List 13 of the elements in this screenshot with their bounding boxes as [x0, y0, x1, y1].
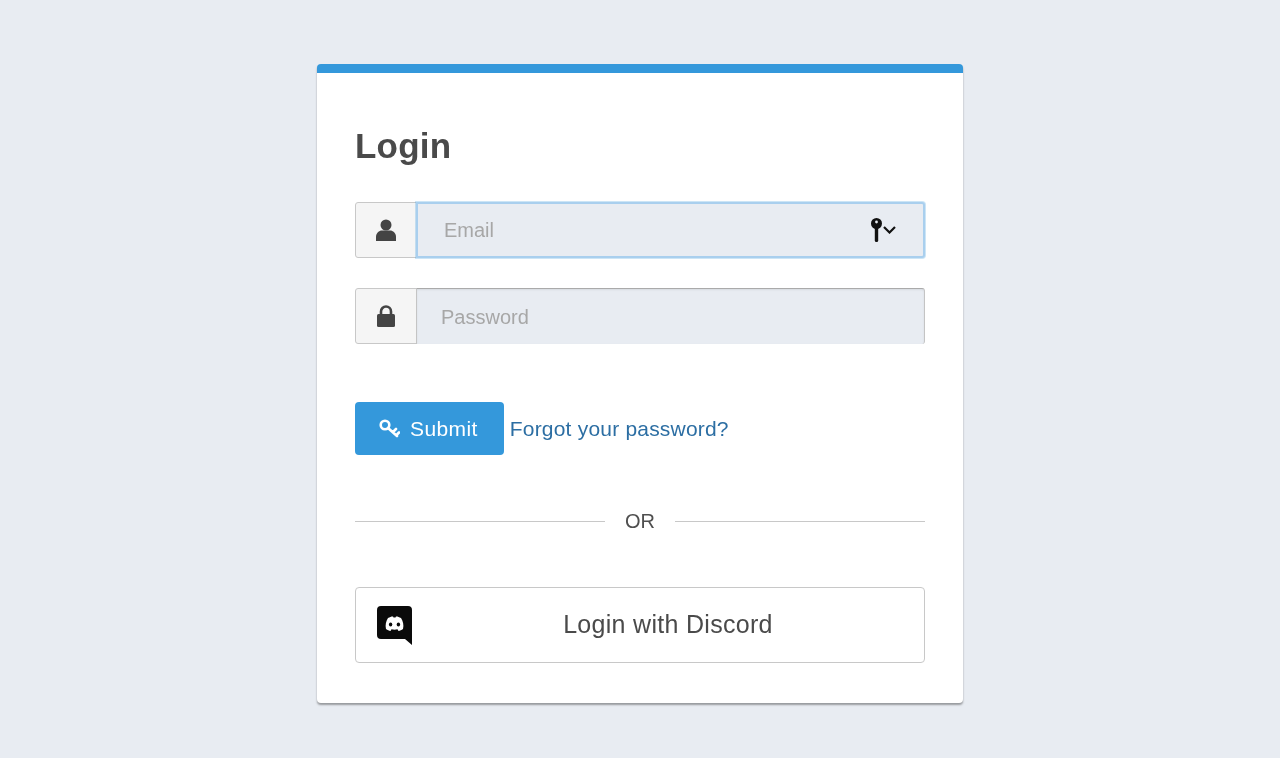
login-title: Login [355, 125, 452, 167]
forgot-password-link[interactable]: Forgot your password? [509, 412, 729, 445]
chat-bubble-icon [377, 605, 412, 645]
lock-icon [377, 305, 395, 327]
discord-login-button[interactable]: Login with Discord [355, 587, 925, 663]
password-field[interactable]: Password [416, 288, 925, 344]
email-field[interactable]: Email [416, 202, 925, 258]
key-icon[interactable] [871, 218, 882, 242]
key-icon [379, 419, 400, 438]
divider-label: OR [624, 509, 656, 533]
submit-button[interactable]: Submit [355, 402, 504, 455]
user-icon [376, 219, 396, 241]
caret-icon[interactable] [883, 226, 896, 234]
